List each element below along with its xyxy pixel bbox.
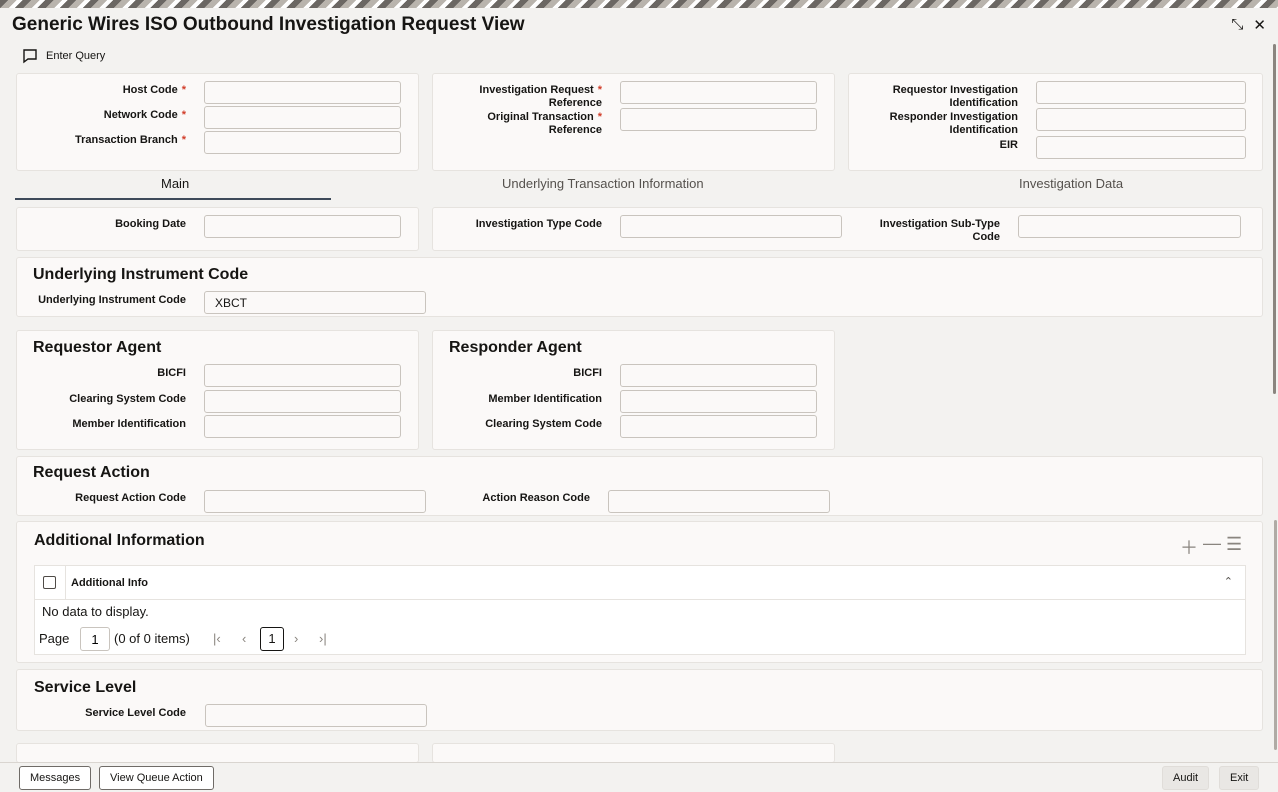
next-page-icon[interactable]: ›: [294, 631, 298, 646]
page-title: Generic Wires ISO Outbound Investigation…: [12, 14, 525, 35]
responder-investigation-identification-input[interactable]: [1036, 108, 1246, 131]
top-decorative-strip: [0, 0, 1278, 8]
requestor-clearing-system-code-label: Clearing System Code: [69, 393, 186, 405]
service-level-title: Service Level: [34, 679, 137, 696]
booking-date-input[interactable]: [204, 215, 401, 238]
tab-main[interactable]: Main: [161, 176, 189, 191]
lower-panel-middle: [432, 743, 835, 763]
exit-button[interactable]: Exit: [1219, 766, 1260, 790]
previous-page-icon[interactable]: ‹: [242, 631, 246, 646]
responder-agent-title: Responder Agent: [449, 339, 582, 356]
requestor-bicfi-input[interactable]: [204, 364, 401, 387]
enter-query-label: Enter Query: [46, 50, 106, 62]
service-level-code-label: Service Level Code: [85, 707, 186, 719]
network-code-label: Network Code *: [103, 109, 186, 121]
underlying-instrument-code-label: Underlying Instrument Code: [38, 294, 186, 306]
responder-investigation-identification-label: Responder Investigation Identification: [889, 111, 1018, 136]
underlying-instrument-title: Underlying Instrument Code: [33, 266, 249, 283]
responder-bicfi-input[interactable]: [620, 364, 817, 387]
transaction-branch-input[interactable]: [204, 131, 401, 154]
investigation-type-code-input[interactable]: [620, 215, 842, 238]
responder-member-identification-input[interactable]: [620, 390, 817, 413]
investigation-request-reference-input[interactable]: [620, 81, 817, 104]
column-additional-info[interactable]: Additional Info: [71, 577, 148, 589]
booking-date-label: Booking Date: [115, 218, 186, 230]
sort-icon[interactable]: ⌃: [1224, 575, 1233, 588]
eir-input[interactable]: [1036, 136, 1246, 159]
requestor-member-identification-input[interactable]: [204, 415, 401, 438]
active-tab-indicator: [15, 198, 331, 200]
current-page-button[interactable]: 1: [260, 627, 284, 651]
view-queue-action-button[interactable]: View Queue Action: [99, 766, 214, 790]
tab-bar: Main Underlying Transaction Information …: [15, 170, 1263, 200]
audit-button[interactable]: Audit: [1162, 766, 1210, 790]
select-all-checkbox[interactable]: [43, 576, 56, 589]
column-divider: [65, 566, 66, 600]
tab-investigation-data[interactable]: Investigation Data: [1019, 176, 1123, 191]
service-level-panel: [16, 669, 1263, 731]
responder-bicfi-label: BICFI: [573, 367, 602, 379]
investigation-sub-type-code-label: Investigation Sub-Type Code: [879, 218, 1000, 243]
close-icon[interactable]: ✕: [1253, 16, 1266, 34]
responder-clearing-system-code-input[interactable]: [620, 415, 817, 438]
scrollbar-secondary[interactable]: [1274, 520, 1277, 750]
plus-icon[interactable]: ＋: [1180, 534, 1198, 560]
responder-member-identification-label: Member Identification: [488, 393, 602, 405]
action-reason-code-label: Action Reason Code: [482, 492, 590, 504]
host-code-input[interactable]: [204, 81, 401, 104]
minus-icon[interactable]: —: [1203, 533, 1221, 554]
responder-clearing-system-code-label: Clearing System Code: [485, 418, 602, 430]
transaction-branch-label: Transaction Branch *: [75, 134, 186, 146]
page-number-input[interactable]: [80, 627, 110, 651]
lower-panel-left: [16, 743, 419, 763]
host-code-label: Host Code *: [122, 84, 186, 96]
service-level-code-input[interactable]: [205, 704, 427, 727]
investigation-request-reference-label: Investigation Request * Reference: [479, 84, 602, 109]
requestor-clearing-system-code-input[interactable]: [204, 390, 401, 413]
requestor-member-identification-label: Member Identification: [72, 418, 186, 430]
page-label: Page: [39, 631, 70, 646]
additional-information-title: Additional Information: [34, 532, 205, 549]
empty-message: No data to display.: [42, 604, 149, 619]
tab-underlying-transaction-information[interactable]: Underlying Transaction Information: [502, 176, 704, 191]
original-transaction-reference-label: Original Transaction * Reference: [487, 111, 602, 136]
underlying-instrument-code-input[interactable]: [204, 291, 426, 314]
last-page-icon[interactable]: ›|: [319, 631, 327, 646]
investigation-sub-type-code-input[interactable]: [1018, 215, 1241, 238]
request-action-title: Request Action: [33, 464, 150, 481]
item-count: (0 of 0 items): [114, 631, 190, 646]
messages-button[interactable]: Messages: [19, 766, 92, 790]
request-action-code-input[interactable]: [204, 490, 426, 513]
request-action-code-label: Request Action Code: [75, 492, 186, 504]
action-reason-code-input[interactable]: [608, 490, 830, 513]
requestor-investigation-identification-label: Requestor Investigation Identification: [892, 84, 1018, 109]
scrollbar[interactable]: [1273, 44, 1276, 394]
requestor-investigation-identification-input[interactable]: [1036, 81, 1246, 104]
requestor-bicfi-label: BICFI: [157, 367, 186, 379]
original-transaction-reference-input[interactable]: [620, 108, 817, 131]
eir-label: EIR: [999, 139, 1018, 151]
table-header: Additional Info ⌃: [35, 566, 1245, 600]
requestor-agent-title: Requestor Agent: [33, 339, 162, 356]
network-code-input[interactable]: [204, 106, 401, 129]
list-settings-icon[interactable]: ☰: [1226, 534, 1242, 555]
additional-info-table: Additional Info ⌃ No data to display. Pa…: [34, 565, 1246, 655]
investigation-type-code-label: Investigation Type Code: [475, 218, 602, 230]
collapse-icon[interactable]: ⤡: [1231, 16, 1243, 34]
chat-bubble-icon: [23, 49, 37, 64]
enter-query-button[interactable]: Enter Query: [22, 48, 105, 64]
first-page-icon[interactable]: |‹: [213, 631, 221, 646]
